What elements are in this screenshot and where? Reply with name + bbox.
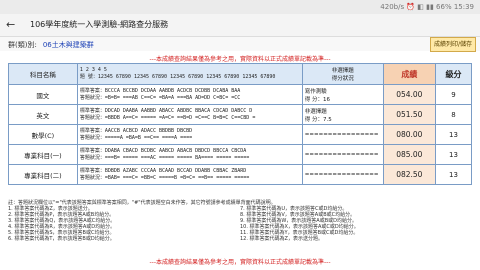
subject-name: 專業科目(一): [8, 144, 78, 165]
answer-status: 答題狀況：=====A =BA=B ==C== ====A ====: [79, 134, 193, 141]
level-cell: 8: [435, 104, 472, 125]
table-row: 專業科目(一) 標準答案：DDABA CBACD BCDBC AABCD ABAC…: [8, 144, 472, 165]
standard-answers: 標準答案：DDCAD DAABA AABBD ABACC ABDBC BBACA…: [79, 107, 253, 114]
notice-top: ---本成績查詢結果僅為參考之用，實際資料以正式成績單記載為準---: [149, 56, 331, 63]
question-numbers: 1 2 3 4 5: [79, 67, 107, 73]
subject-name: 數學(C): [8, 124, 78, 145]
standard-answers: 標準答案：AACCB ACBCD ADACC BBDBB DBCBD: [79, 127, 193, 134]
status-bar: 420b/s ⏰ ◧ ▮▮ 66% 15:39: [0, 0, 480, 14]
notes-left: 1. 標準答案代碼為Z，表示該題送分。 2. 標準答案代碼為P，表示該題答A或B均…: [8, 206, 240, 242]
answer-cell: 標準答案：AACCB ACBCD ADACC BBDBB DBCBD 答題狀況：=…: [76, 124, 303, 145]
nonchoice-cell: ================: [301, 144, 384, 165]
answer-status: 答題狀況：=B=B= ===AB C==C= =BA=A ===BA AD=DD…: [79, 94, 241, 101]
nonchoice-cell: 非選擇題 得 分：7.5: [301, 104, 384, 125]
print-save-button[interactable]: 成績列印/儲存: [430, 37, 476, 52]
nonchoice-cell: ================: [301, 124, 384, 145]
status-icons: 420b/s ⏰ ◧ ▮▮ 66% 15:39: [380, 3, 474, 11]
table-row: 國文 標準答案：BCCCA BCCBD DCDAA AABDB ACDCB DCD…: [8, 84, 472, 105]
score-cell: 085.00: [382, 144, 437, 165]
nonchoice-cell: ================: [301, 164, 384, 185]
level-cell: 13: [435, 164, 472, 185]
page-title: 106學年度統一入學測驗-網路查分服務: [30, 20, 169, 29]
header-level: 級分: [435, 63, 472, 85]
answer-status: 答題狀況：=BAB= ===C= =BB=C =====B =B=C= ==B=…: [79, 174, 250, 181]
answer-cell: 標準答案：DDABA CBACD BCDBC AABCD ABACB DBDCD…: [76, 144, 303, 165]
table-row: 專業科目(二) 標準答案：BDBDB AZABC CCCAA BCAAD BCCA…: [8, 164, 472, 185]
notes-section: 註：答題狀況欄位以"="代表該題答案與標準答案相同，"#"代表該題空白未作答，其…: [8, 200, 472, 242]
nonchoice-cell: 寫作測驗 得 分：16: [301, 84, 384, 105]
app-bar: ← 106學年度統一入學測驗-網路查分服務: [0, 14, 480, 37]
answer-cell: 標準答案：BDBDB AZABC CCCAA BCAAD BCCAD DDABB…: [76, 164, 303, 185]
group-label: 群(類)別: 06土木與建築群: [8, 41, 94, 49]
table-row: 英文 標準答案：DDCAD DAABA AABBD ABACC ABDBC BBA…: [8, 104, 472, 125]
score-cell: 054.00: [382, 84, 437, 105]
notes-right: 7. 標準答案代碼為U，表示該題答C或D均給分。 8. 標準答案代碼為V，表示該題…: [240, 206, 472, 242]
table-row: 數學(C) 標準答案：AACCB ACBCD ADACC BBDBB DBCBD 答…: [8, 124, 472, 145]
group-value: 06土木與建築群: [42, 41, 94, 49]
notice-bottom: ---本成績查詢結果僅為參考之用，實際資料以正式成績單記載為準---: [149, 259, 331, 266]
header-score: 成績: [382, 63, 437, 85]
note-item: 6. 標準答案代碼為T，表示該題答B或D均給分。: [8, 236, 115, 242]
subject-name: 專業科目(二): [8, 164, 78, 185]
level-cell: 13: [435, 124, 472, 145]
answer-cell: 標準答案：DDCAD DAABA AABBD ABACC ABDBC BBACA…: [76, 104, 303, 125]
score-cell: 082.50: [382, 164, 437, 185]
header-subject: 科目名稱: [8, 63, 78, 85]
standard-answers: 標準答案：BCCCA BCCBD DCDAA AABDB ACDCB DCDBB…: [79, 87, 241, 94]
score-cell: 051.50: [382, 104, 437, 125]
level-cell: 13: [435, 144, 472, 165]
status-text: 420b/s ⏰ ◧ ▮▮ 66% 15:39: [380, 3, 474, 11]
answer-status: 答題狀況：===B= ===== ===AC ===== ===== BA===…: [79, 154, 250, 161]
header-nonchoice: 非選擇題 得分狀況: [301, 63, 384, 85]
group-bar: 群(類)別: 06土木與建築群 成績列印/儲存: [0, 37, 480, 52]
standard-answers: 標準答案：BDBDB AZABC CCCAA BCAAD BCCAD DDABB…: [79, 167, 247, 174]
header-answers: 1 2 3 4 5 題 號：12345 67890 12345 67890 12…: [76, 63, 303, 85]
standard-answers: 標準答案：DDABA CBACD BCDBC AABCD ABACB DBDCD…: [79, 147, 247, 154]
subject-name: 國文: [8, 84, 78, 105]
subject-name: 英文: [8, 104, 78, 125]
answer-status: 答題狀況：=BBDB A==C= ===== =A=C= ==B=D =C==C…: [79, 114, 256, 121]
question-answers-header: 題 號：12345 67890 12345 67890 12345 67890 …: [79, 74, 276, 80]
answer-cell: 標準答案：BCCCA BCCBD DCDAA AABDB ACDCB DCDBB…: [76, 84, 303, 105]
score-cell: 080.00: [382, 124, 437, 145]
grades-table: 科目名稱 1 2 3 4 5 題 號：12345 67890 12345 678…: [8, 63, 472, 185]
back-arrow-icon[interactable]: ←: [6, 18, 15, 31]
level-cell: 9: [435, 84, 472, 105]
note-item: 12. 標準答案代碼為Z，表示送分題。: [240, 236, 323, 242]
